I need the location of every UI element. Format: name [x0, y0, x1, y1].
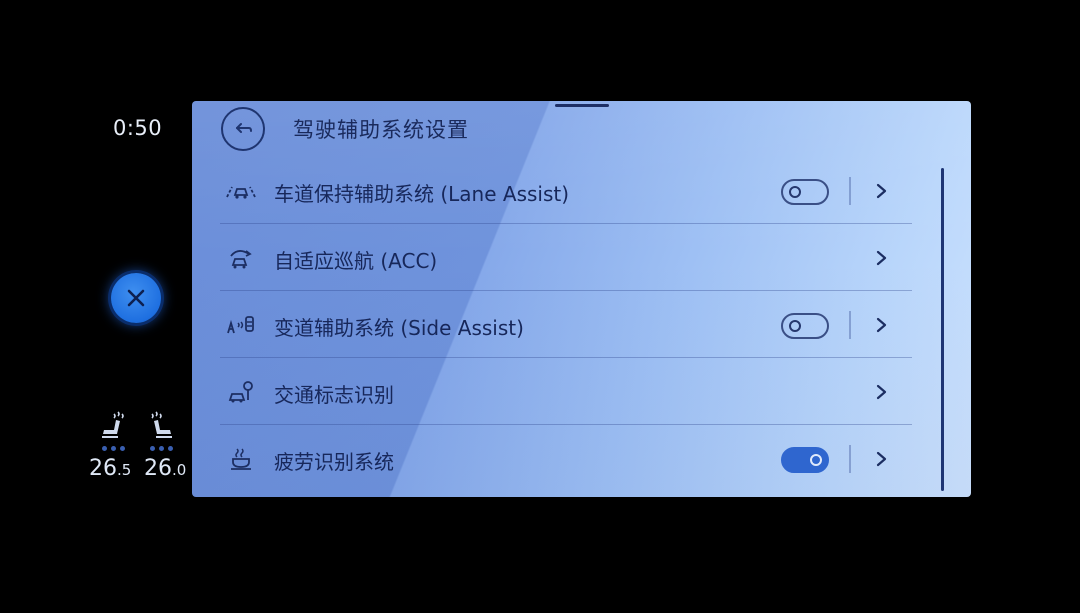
divider	[849, 177, 851, 205]
temp-right-value: 26	[144, 456, 172, 481]
scrollbar[interactable]	[941, 168, 944, 491]
back-arrow-icon	[236, 123, 252, 133]
clock: 0:50	[113, 116, 163, 140]
list-item-lane-assist[interactable]: 车道保持辅助系统 (Lane Assist)	[220, 157, 912, 224]
coffee-cup-icon	[231, 448, 251, 470]
seat-heat-left-level	[96, 446, 130, 452]
chevron-right-icon	[876, 451, 887, 467]
close-icon	[127, 289, 145, 307]
driver-assist-panel: 驾驶辅助系统设置 车道保持辅助系统 (Lane Assist) 自适应巡航 (A…	[192, 101, 971, 497]
chevron-right-icon	[876, 183, 887, 199]
panel-drag-handle[interactable]	[555, 104, 609, 107]
lane-assist-icon	[226, 186, 256, 199]
seat-heat-left-button[interactable]	[96, 408, 130, 442]
temp-right[interactable]: 26.0	[144, 456, 186, 481]
seat-heater-icon	[151, 411, 172, 438]
lane-assist-toggle[interactable]	[781, 179, 829, 205]
seat-heat-right-level	[144, 446, 178, 452]
fatigue-toggle[interactable]	[781, 447, 829, 473]
chevron-right-icon	[876, 250, 887, 266]
seat-heat-right-button[interactable]	[144, 408, 178, 442]
traffic-sign-label: 交通标志识别	[274, 383, 394, 407]
acc-details-button[interactable]	[874, 246, 890, 270]
page-title: 驾驶辅助系统设置	[293, 118, 469, 142]
lane-assist-details-button[interactable]	[874, 179, 890, 203]
temp-right-decimal: .0	[172, 461, 187, 479]
close-button[interactable]	[111, 273, 161, 323]
settings-list: 车道保持辅助系统 (Lane Assist) 自适应巡航 (ACC) 变道辅助系…	[220, 157, 912, 492]
list-item-traffic-sign[interactable]: 交通标志识别	[220, 358, 912, 425]
divider	[849, 311, 851, 339]
fatigue-label: 疲劳识别系统	[274, 450, 394, 474]
acc-label: 自适应巡航 (ACC)	[274, 249, 438, 273]
temp-left-value: 26	[89, 456, 117, 481]
chevron-right-icon	[876, 317, 887, 333]
acc-icon	[230, 250, 252, 269]
traffic-sign-details-button[interactable]	[874, 380, 890, 404]
back-button[interactable]	[221, 107, 265, 151]
lane-assist-label: 车道保持辅助系统 (Lane Assist)	[274, 182, 570, 206]
list-item-acc[interactable]: 自适应巡航 (ACC)	[220, 224, 912, 291]
side-assist-label: 变道辅助系统 (Side Assist)	[274, 316, 524, 340]
seat-heater-icon	[102, 411, 124, 438]
traffic-sign-icon	[228, 381, 253, 403]
temp-left-decimal: .5	[117, 461, 132, 479]
side-assist-icon	[227, 316, 254, 334]
temp-left[interactable]: 26.5	[89, 456, 131, 481]
divider	[849, 445, 851, 473]
side-assist-toggle[interactable]	[781, 313, 829, 339]
list-item-fatigue[interactable]: 疲劳识别系统	[220, 425, 912, 492]
side-assist-details-button[interactable]	[874, 313, 890, 337]
chevron-right-icon	[876, 384, 887, 400]
fatigue-details-button[interactable]	[874, 447, 890, 471]
list-item-side-assist[interactable]: 变道辅助系统 (Side Assist)	[220, 291, 912, 358]
